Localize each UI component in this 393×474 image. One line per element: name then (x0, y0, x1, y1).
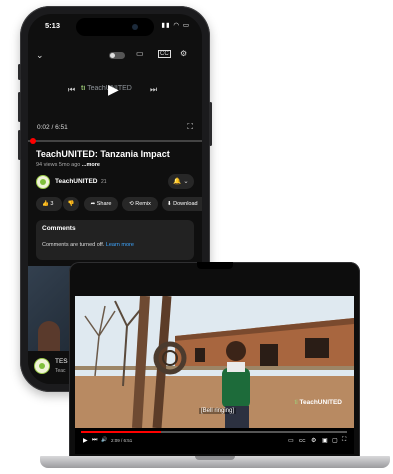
notification-bell-icon[interactable]: 🔔 ⌄ (168, 174, 194, 189)
video-brand-overlay: ti TeachUNITED (81, 85, 132, 92)
settings-gear-icon[interactable]: ⚙ (180, 49, 187, 58)
action-bar: 👍 3 👎 ➦ Share ⟲ Remix ⬇ Download (36, 197, 202, 211)
video-title: TeachUNITED: Tanzania Impact (36, 149, 170, 159)
laptop-volume-icon[interactable]: 🔊 (101, 437, 107, 443)
dynamic-island (76, 18, 154, 36)
autoplay-toggle[interactable] (109, 52, 125, 59)
laptop-base-notch (195, 456, 235, 460)
status-icons: ▮▮ ◠ ▭ (161, 22, 190, 29)
status-time: 5:13 (45, 21, 61, 30)
laptop-notch (197, 262, 233, 269)
play-icon[interactable]: ▶ (108, 81, 119, 98)
channel-avatar[interactable] (36, 175, 50, 189)
next-icon[interactable]: ⏭ (150, 85, 157, 95)
laptop-progress-fill (81, 431, 161, 433)
video-watermark: ti TeachUNITED (294, 399, 342, 406)
like-button[interactable]: 👍 3 (36, 197, 62, 211)
download-button[interactable]: ⬇ Download (162, 197, 202, 211)
laptop-pip-icon[interactable]: ▢ (332, 437, 338, 444)
share-button[interactable]: ➦ Share (84, 197, 118, 211)
learn-more-link[interactable]: Learn more (106, 242, 134, 248)
video-player[interactable]: ⌄ ▭ CC ⚙ ⏮ ti TeachUNITED ▶ ⏭ 0:02 / 6:5… (28, 40, 202, 140)
video-frame-scene: [Bell ringing] ti TeachUNITED (75, 296, 354, 428)
video-progress-bar[interactable] (28, 138, 202, 144)
thumbnail-person (38, 321, 60, 351)
watermark-text: TeachUNITED (299, 399, 343, 406)
comments-panel[interactable]: Comments Comments are turned off. Learn … (36, 220, 194, 260)
video-time: 0:02 / 6:51 (37, 124, 68, 131)
next-video-avatar[interactable] (34, 358, 50, 374)
next-video-channel: Teac (55, 368, 66, 374)
brand-mark: ti (81, 85, 86, 92)
more-link[interactable]: ...more (82, 162, 100, 168)
channel-subscribers: 21 (101, 179, 107, 185)
laptop-video-time: 2:09 / 6:51 (111, 438, 133, 443)
phone-volume-up (18, 92, 21, 122)
cast-icon[interactable]: ▭ (136, 49, 144, 58)
remix-button[interactable]: ⟲ Remix (122, 197, 158, 211)
laptop-fullscreen-icon[interactable]: ⛶ (342, 437, 346, 444)
laptop-base (40, 456, 390, 468)
watermark-mark: ti (294, 399, 298, 406)
laptop-captions-icon[interactable]: CC (299, 438, 306, 443)
laptop-progress-bar[interactable] (81, 431, 347, 433)
caption-text: [Bell ringing] (199, 408, 237, 414)
laptop-settings-icon[interactable]: ⚙ (311, 437, 316, 444)
laptop-video-player[interactable]: [Bell ringing] ti TeachUNITED ▶ ⏭ 🔊 2:09… (75, 296, 354, 454)
comments-off-text: Comments are turned off. (42, 242, 105, 248)
laptop-theater-icon[interactable]: ▣ (322, 437, 328, 444)
laptop-next-icon[interactable]: ⏭ (92, 437, 97, 444)
laptop-lid: [Bell ringing] ti TeachUNITED ▶ ⏭ 🔊 2:09… (69, 262, 360, 458)
video-meta: 94 views 5mo ago ...more (36, 162, 100, 168)
collapse-chevron-icon[interactable]: ⌄ (36, 50, 44, 61)
camera-icon (132, 24, 138, 30)
captions-icon[interactable]: CC (158, 50, 171, 58)
video-views-date: 94 views 5mo ago (36, 162, 81, 168)
dislike-button[interactable]: 👎 (63, 197, 79, 211)
previous-icon[interactable]: ⏮ (68, 85, 75, 95)
channel-name[interactable]: TeachUNITED (55, 178, 98, 185)
laptop-miniplayer-icon[interactable]: ▭ (288, 437, 294, 444)
laptop-play-icon[interactable]: ▶ (83, 437, 88, 444)
fullscreen-icon[interactable]: ⛶ (187, 122, 193, 132)
phone-volume-down (18, 130, 21, 160)
comments-title: Comments (42, 225, 76, 232)
progress-scrubber[interactable] (30, 138, 36, 144)
comments-status: Comments are turned off. Learn more (42, 242, 134, 248)
phone-power-button (209, 102, 212, 146)
channel-row[interactable]: TeachUNITED 21 🔔 ⌄ (36, 174, 194, 190)
next-video-title: TES (55, 358, 68, 365)
phone-mute-switch (18, 64, 21, 80)
